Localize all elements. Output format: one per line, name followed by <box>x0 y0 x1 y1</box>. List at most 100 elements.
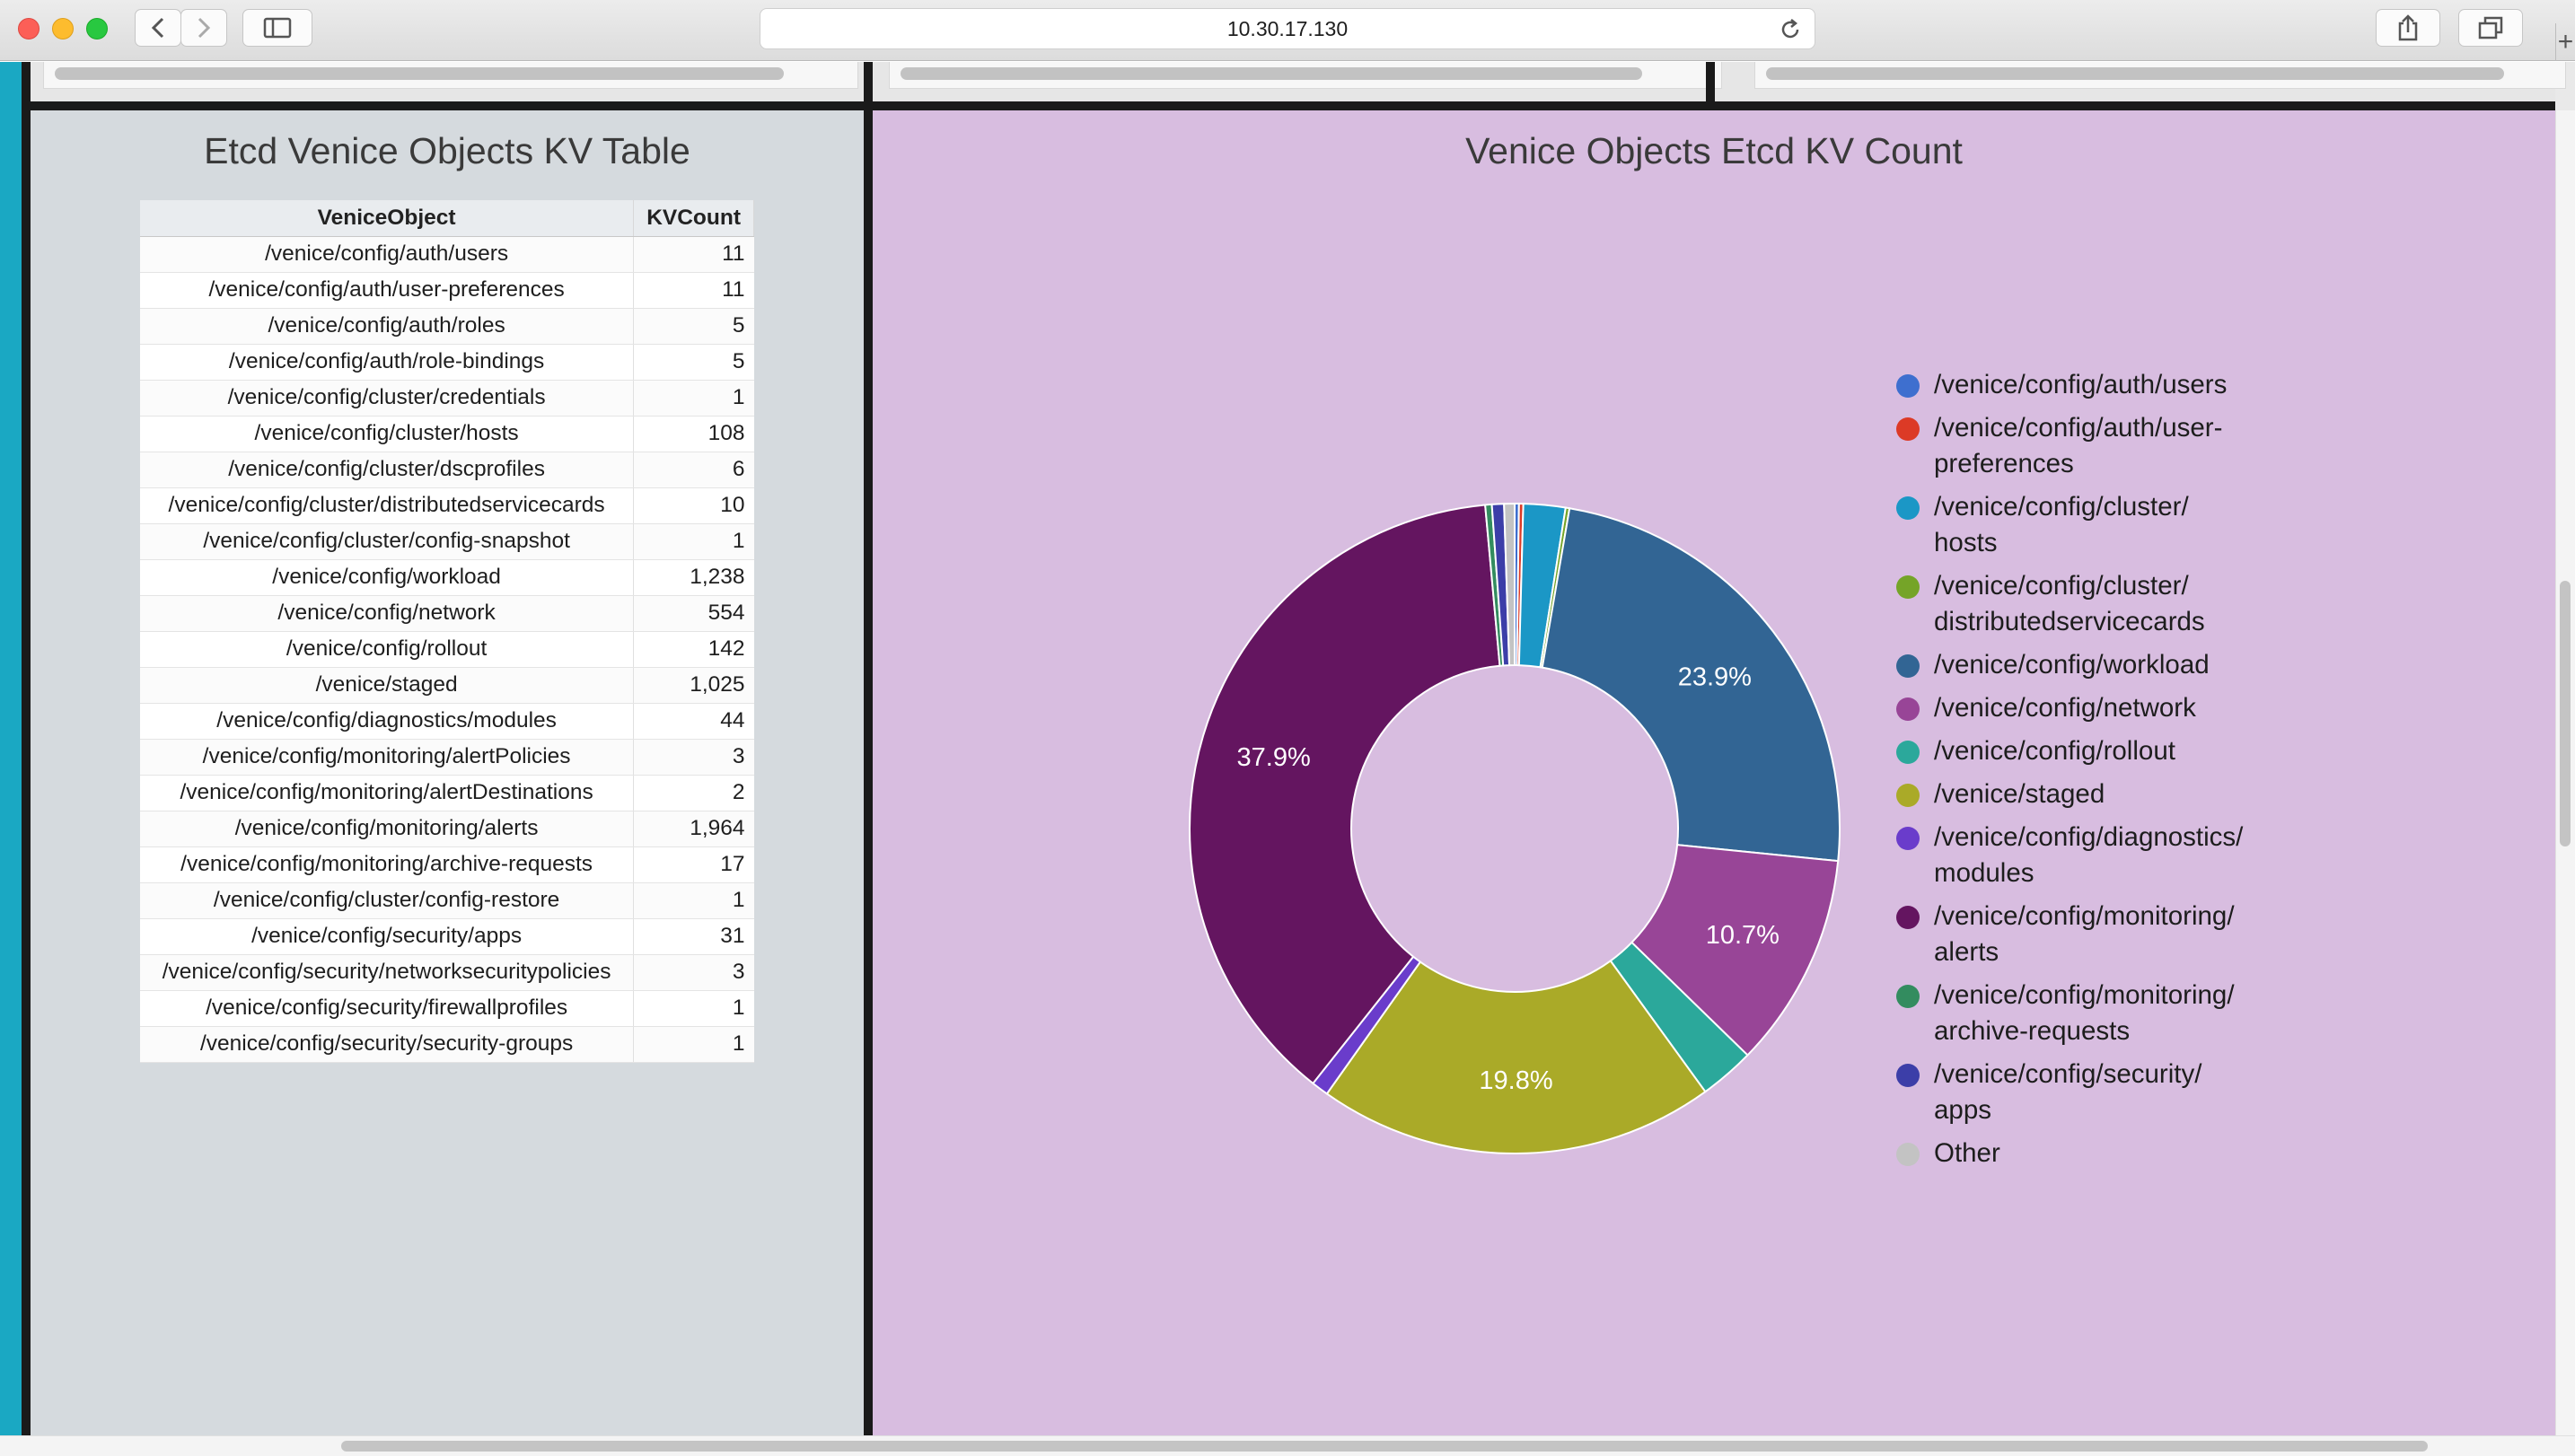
venice-object-cell: /venice/config/cluster/config-snapshot <box>140 523 635 560</box>
venice-object-cell: /venice/config/workload <box>140 559 635 596</box>
legend-swatch <box>1896 827 1920 850</box>
donut-chart: 23.9% 10.7% 19.8% 37.9% <box>1189 502 1841 1154</box>
table-row: /venice/config/security/security-groups 1 <box>140 1026 754 1063</box>
table-row: /venice/config/rollout 142 <box>140 631 754 668</box>
slice-percent-label: 23.9% <box>1678 662 1752 691</box>
kv-count-cell: 108 <box>633 416 754 452</box>
slice-percent-label: 37.9% <box>1237 743 1311 772</box>
horizontal-scrollbar-thumb[interactable] <box>341 1441 2428 1452</box>
legend-label: /venice/config/diagnostics/ <box>1934 822 2244 852</box>
venice-object-cell: /venice/config/monitoring/alertPolicies <box>140 739 635 776</box>
legend-item[interactable]: /venice/config/auth/users <box>1896 367 2243 403</box>
table-row: /venice/config/cluster/hosts 108 <box>140 416 754 452</box>
kv-count-cell: 1 <box>633 990 754 1027</box>
legend-label: /venice/staged <box>1934 779 2105 809</box>
legend-item[interactable]: /venice/config/monitoring/alerts <box>1896 899 2243 970</box>
venice-object-cell: /venice/config/cluster/distributedservic… <box>140 487 635 524</box>
vertical-scrollbar-thumb[interactable] <box>2560 581 2571 846</box>
legend-item[interactable]: /venice/config/monitoring/archive-reques… <box>1896 978 2243 1049</box>
column-header-object[interactable]: VeniceObject <box>140 200 635 237</box>
table-row: /venice/config/diagnostics/modules 44 <box>140 703 754 740</box>
show-tabs-button[interactable] <box>2458 9 2523 47</box>
table-row: /venice/config/network 554 <box>140 595 754 632</box>
close-window-button[interactable] <box>18 18 40 39</box>
legend-label: /venice/config/cluster/ <box>1934 492 2189 522</box>
forward-button[interactable] <box>180 9 227 47</box>
kv-count-cell: 554 <box>633 595 754 632</box>
kv-count-cell: 142 <box>633 631 754 668</box>
legend-swatch <box>1896 417 1920 441</box>
kv-count-cell: 10 <box>633 487 754 524</box>
legend-swatch <box>1896 1064 1920 1087</box>
legend-item[interactable]: /venice/config/rollout <box>1896 733 2243 769</box>
new-tab-button[interactable]: + <box>2555 23 2575 61</box>
legend-swatch <box>1896 496 1920 520</box>
legend-item[interactable]: /venice/config/security/apps <box>1896 1057 2243 1128</box>
venice-object-cell: /venice/config/diagnostics/modules <box>140 703 635 740</box>
legend-label: distributedservicecards <box>1934 607 2205 636</box>
url-text: 10.30.17.130 <box>1226 16 1349 40</box>
slice-percent-label: 19.8% <box>1479 1066 1552 1095</box>
table-row: /venice/config/cluster/config-snapshot 1 <box>140 523 754 560</box>
legend-label: /venice/config/security/ <box>1934 1059 2202 1089</box>
prev-panel-2 <box>889 62 1722 89</box>
kv-count-cell: 3 <box>633 739 754 776</box>
legend-label: /venice/config/workload <box>1934 650 2210 680</box>
table-row: /venice/config/auth/role-bindings 5 <box>140 344 754 381</box>
chart-legend: /venice/config/auth/users/venice/config/… <box>1896 367 2243 1179</box>
share-button[interactable] <box>2376 9 2440 47</box>
prev-panel-1-scrollbar[interactable] <box>55 67 784 80</box>
kv-count-cell: 31 <box>633 918 754 955</box>
table-row: /venice/config/cluster/credentials 1 <box>140 380 754 417</box>
kv-count-cell: 11 <box>633 272 754 309</box>
legend-label: preferences <box>1934 449 2074 478</box>
kv-table: VeniceObject KVCount /venice/config/auth… <box>140 200 754 1063</box>
kv-count-cell: 5 <box>633 344 754 381</box>
kv-count-cell: 2 <box>633 775 754 811</box>
prev-panel-2-scrollbar[interactable] <box>901 67 1642 80</box>
sidebar-divider <box>22 62 31 1435</box>
back-button[interactable] <box>135 9 181 47</box>
legend-item[interactable]: /venice/config/network <box>1896 690 2243 726</box>
legend-item[interactable]: Other <box>1896 1136 2243 1171</box>
minimize-window-button[interactable] <box>52 18 74 39</box>
sidebar-accent-bar <box>0 62 22 1435</box>
kv-count-cell: 1 <box>633 523 754 560</box>
venice-object-cell: /venice/config/security/security-groups <box>140 1026 635 1063</box>
address-bar[interactable]: 10.30.17.130 <box>760 8 1815 49</box>
dashboard-page: Etcd Venice Objects KV Table VeniceObjec… <box>0 62 2575 1456</box>
table-row: /venice/config/monitoring/alertPolicies 3 <box>140 739 754 776</box>
kv-count-cell: 1,964 <box>633 811 754 847</box>
table-row: /venice/config/cluster/distributedservic… <box>140 487 754 524</box>
column-header-count[interactable]: KVCount <box>633 200 754 237</box>
legend-item[interactable]: /venice/config/auth/user-preferences <box>1896 410 2243 482</box>
venice-object-cell: /venice/staged <box>140 667 635 704</box>
table-row: /venice/config/auth/user-preferences 11 <box>140 272 754 309</box>
forward-icon <box>198 17 211 39</box>
table-row: /venice/config/security/firewallprofiles… <box>140 990 754 1027</box>
venice-object-cell: /venice/config/security/apps <box>140 918 635 955</box>
legend-item[interactable]: /venice/config/cluster/hosts <box>1896 489 2243 561</box>
prev-panel-3-scrollbar[interactable] <box>1766 67 2504 80</box>
legend-item[interactable]: /venice/config/workload <box>1896 647 2243 683</box>
table-header-row: VeniceObject KVCount <box>140 200 754 237</box>
legend-item[interactable]: /venice/staged <box>1896 776 2243 812</box>
table-row: /venice/config/cluster/dscprofiles 6 <box>140 452 754 488</box>
kv-count-cell: 6 <box>633 452 754 488</box>
legend-item[interactable]: /venice/config/cluster/distributedservic… <box>1896 568 2243 640</box>
venice-object-cell: /venice/config/monitoring/archive-reques… <box>140 846 635 883</box>
venice-object-cell: /venice/config/auth/user-preferences <box>140 272 635 309</box>
legend-swatch <box>1896 1143 1920 1166</box>
legend-label: Other <box>1934 1138 2000 1168</box>
zoom-window-button[interactable] <box>86 18 108 39</box>
kv-count-cell: 5 <box>633 308 754 345</box>
plus-icon: + <box>2557 27 2574 57</box>
legend-item[interactable]: /venice/config/diagnostics/modules <box>1896 820 2243 891</box>
venice-object-cell: /venice/config/auth/role-bindings <box>140 344 635 381</box>
sidebar-button[interactable] <box>242 9 312 47</box>
reload-icon[interactable] <box>1779 18 1802 41</box>
table-panel-title: Etcd Venice Objects KV Table <box>204 130 690 171</box>
legend-swatch <box>1896 906 1920 929</box>
legend-swatch <box>1896 575 1920 599</box>
back-icon <box>151 17 164 39</box>
